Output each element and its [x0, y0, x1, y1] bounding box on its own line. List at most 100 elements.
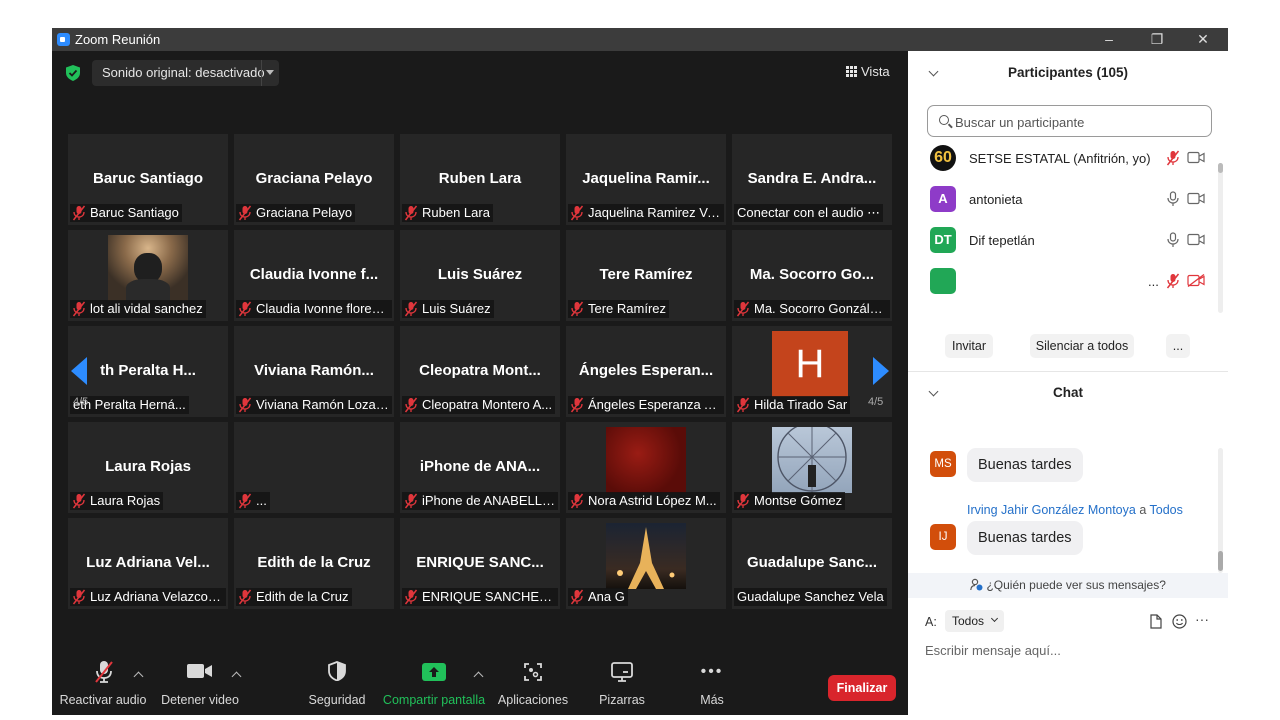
- participant-row[interactable]: 60 SETSE ESTATAL (Anfitrión, yo): [908, 138, 1218, 179]
- participant-tile[interactable]: Edith de la Cruz Edith de la Cruz: [234, 518, 394, 609]
- participant-tile[interactable]: Laura Rojas Laura Rojas: [68, 422, 228, 513]
- share-screen-button[interactable]: Compartir pantalla: [382, 642, 486, 715]
- chat-message: Buenas tardes: [967, 521, 1083, 555]
- participant-display-name: Baruc Santiago: [92, 170, 204, 187]
- participants-header: Participantes (105): [908, 51, 1228, 95]
- more-button[interactable]: ••• Más: [684, 642, 740, 715]
- file-icon[interactable]: [1150, 614, 1162, 629]
- apps-button[interactable]: Aplicaciones: [495, 642, 571, 715]
- participant-name: antonieta: [969, 192, 1023, 207]
- microphone-muted-icon: [570, 301, 584, 317]
- minimize-button[interactable]: –: [1086, 28, 1132, 51]
- previous-page-arrow-icon[interactable]: [71, 357, 87, 385]
- unmute-button[interactable]: Reactivar audio: [58, 642, 148, 715]
- video-camera-icon[interactable]: [1187, 151, 1205, 164]
- participant-search-box[interactable]: [927, 105, 1212, 137]
- avatar: DT: [930, 227, 956, 253]
- chat-message-meta: Irving Jahir González Montoya a Todos: [967, 503, 1183, 517]
- next-page-arrow-icon[interactable]: [873, 357, 889, 385]
- participant-tile[interactable]: Ma. Socorro Go... Ma. Socorro Gonzále...: [732, 230, 892, 321]
- participant-tile[interactable]: Ruben Lara Ruben Lara: [400, 134, 560, 225]
- participant-tile[interactable]: Jaquelina Ramir... Jaquelina Ramirez Va..…: [566, 134, 726, 225]
- participants-more-button[interactable]: ...: [1166, 334, 1190, 358]
- chat-sender[interactable]: Irving Jahir González Montoya: [967, 503, 1136, 517]
- chat-scrollbar[interactable]: [1218, 448, 1223, 573]
- participant-tile[interactable]: th Peralta H... eth Peralta Herná...: [68, 326, 228, 417]
- invite-button[interactable]: Invitar: [945, 334, 993, 358]
- participant-tile[interactable]: Tere Ramírez Tere Ramírez: [566, 230, 726, 321]
- participant-list-scrollbar[interactable]: [1218, 163, 1223, 313]
- emoji-icon[interactable]: [1172, 614, 1187, 629]
- caret-down-icon[interactable]: [266, 70, 274, 75]
- participant-tile[interactable]: Claudia Ivonne f... Claudia Ivonne flores…: [234, 230, 394, 321]
- participant-name-label: Ma. Socorro Gonzále...: [734, 300, 890, 318]
- chat-recipient[interactable]: Todos: [1150, 503, 1183, 517]
- recipient-row: A: Todos ···: [908, 607, 1228, 637]
- avatar: A: [930, 186, 956, 212]
- privacy-note[interactable]: ¿Quién puede ver sus mensajes?: [986, 578, 1165, 592]
- participant-display-name: Ma. Socorro Go...: [749, 266, 875, 283]
- participant-name-label: lot ali vidal sanchez: [70, 300, 206, 318]
- video-off-icon[interactable]: [1187, 274, 1205, 287]
- participant-search-input[interactable]: [955, 112, 1195, 132]
- encryption-shield-icon[interactable]: [66, 65, 80, 81]
- participant-tile[interactable]: Graciana Pelayo Graciana Pelayo: [234, 134, 394, 225]
- participant-tile[interactable]: Viviana Ramón... Viviana Ramón Lozada: [234, 326, 394, 417]
- participant-tile[interactable]: Luz Adriana Vel... Luz Adriana Velazco F.…: [68, 518, 228, 609]
- participant-tile[interactable]: Montse Gómez: [732, 422, 892, 513]
- participants-title: Participantes (105): [1007, 65, 1129, 80]
- stop-video-button[interactable]: Detener video: [158, 642, 242, 715]
- view-button[interactable]: Vista: [844, 60, 900, 84]
- participant-display-name: Claudia Ivonne f...: [249, 266, 379, 283]
- participant-name-label: Montse Gómez: [734, 492, 846, 510]
- microphone-icon[interactable]: [1166, 191, 1180, 207]
- scrollbar-thumb[interactable]: [1218, 163, 1223, 173]
- participant-row[interactable]: Aantonieta: [908, 179, 1218, 220]
- participant-name: ...: [1148, 274, 1159, 289]
- microphone-muted-icon[interactable]: [1166, 150, 1180, 166]
- security-button[interactable]: Seguridad: [304, 642, 370, 715]
- original-sound-dropdown[interactable]: Sonido original: desactivado: [92, 60, 279, 86]
- microphone-icon[interactable]: [1166, 232, 1180, 248]
- video-gallery: Sonido original: desactivado Vista Baruc…: [52, 51, 908, 715]
- video-camera-icon[interactable]: [1187, 192, 1205, 205]
- maximize-button[interactable]: ❐: [1134, 28, 1180, 51]
- avatar: H: [772, 331, 848, 397]
- participant-tile[interactable]: Ana G: [566, 518, 726, 609]
- recipient-select[interactable]: Todos: [945, 610, 1004, 632]
- collapse-chevron-icon[interactable]: [928, 66, 939, 77]
- participant-tile[interactable]: Luis Suárez Luis Suárez: [400, 230, 560, 321]
- participant-tile[interactable]: iPhone de ANA... iPhone de ANABELLE ...: [400, 422, 560, 513]
- participant-tile[interactable]: Nora Astrid López M...: [566, 422, 726, 513]
- participant-tile[interactable]: Ángeles Esperan... Ángeles Esperanza A...: [566, 326, 726, 417]
- collapse-chevron-icon[interactable]: [928, 386, 939, 397]
- participant-tile[interactable]: Cleopatra Mont... Cleopatra Montero A...: [400, 326, 560, 417]
- participant-tile[interactable]: Guadalupe Sanc... Guadalupe Sanchez Vela: [732, 518, 892, 609]
- participant-tile[interactable]: Sandra E. Andra... Conectar con el audio …: [732, 134, 892, 225]
- chat-message-input[interactable]: [925, 639, 1215, 661]
- scrollbar-thumb[interactable]: [1218, 551, 1223, 571]
- video-camera-icon[interactable]: [1187, 233, 1205, 246]
- participant-tile[interactable]: ...: [234, 422, 394, 513]
- end-meeting-button[interactable]: Finalizar: [828, 675, 896, 701]
- close-button[interactable]: ✕: [1180, 28, 1226, 51]
- message-privacy-link[interactable]: ¿Quién puede ver sus mensajes?: [908, 573, 1228, 598]
- stop-video-label: Detener video: [161, 693, 239, 707]
- participant-tile[interactable]: lot ali vidal sanchez: [68, 230, 228, 321]
- whiteboards-button[interactable]: Pizarras: [589, 642, 655, 715]
- participant-name-label: iPhone de ANABELLE ...: [402, 492, 558, 510]
- person-photo: [108, 235, 188, 301]
- microphone-muted-icon[interactable]: [1166, 273, 1180, 289]
- microphone-muted-icon: [72, 493, 86, 509]
- page-indicator-right: 4/5: [868, 396, 884, 408]
- participant-row[interactable]: ...: [908, 261, 1218, 302]
- chat-more-icon[interactable]: ···: [1195, 611, 1209, 627]
- mute-all-button[interactable]: Silenciar a todos: [1030, 334, 1134, 358]
- participant-row[interactable]: DT Dif tepetlán: [908, 220, 1218, 261]
- participant-display-name: Luz Adriana Vel...: [86, 554, 210, 571]
- zoom-logo-icon: [57, 33, 70, 46]
- participant-tile[interactable]: Baruc Santiago Baruc Santiago: [68, 134, 228, 225]
- original-sound-label[interactable]: Sonido original: desactivado: [102, 65, 265, 80]
- participant-display-name: Cleopatra Mont...: [419, 362, 541, 379]
- participant-tile[interactable]: ENRIQUE SANC... ENRIQUE SANCHEZ ...: [400, 518, 560, 609]
